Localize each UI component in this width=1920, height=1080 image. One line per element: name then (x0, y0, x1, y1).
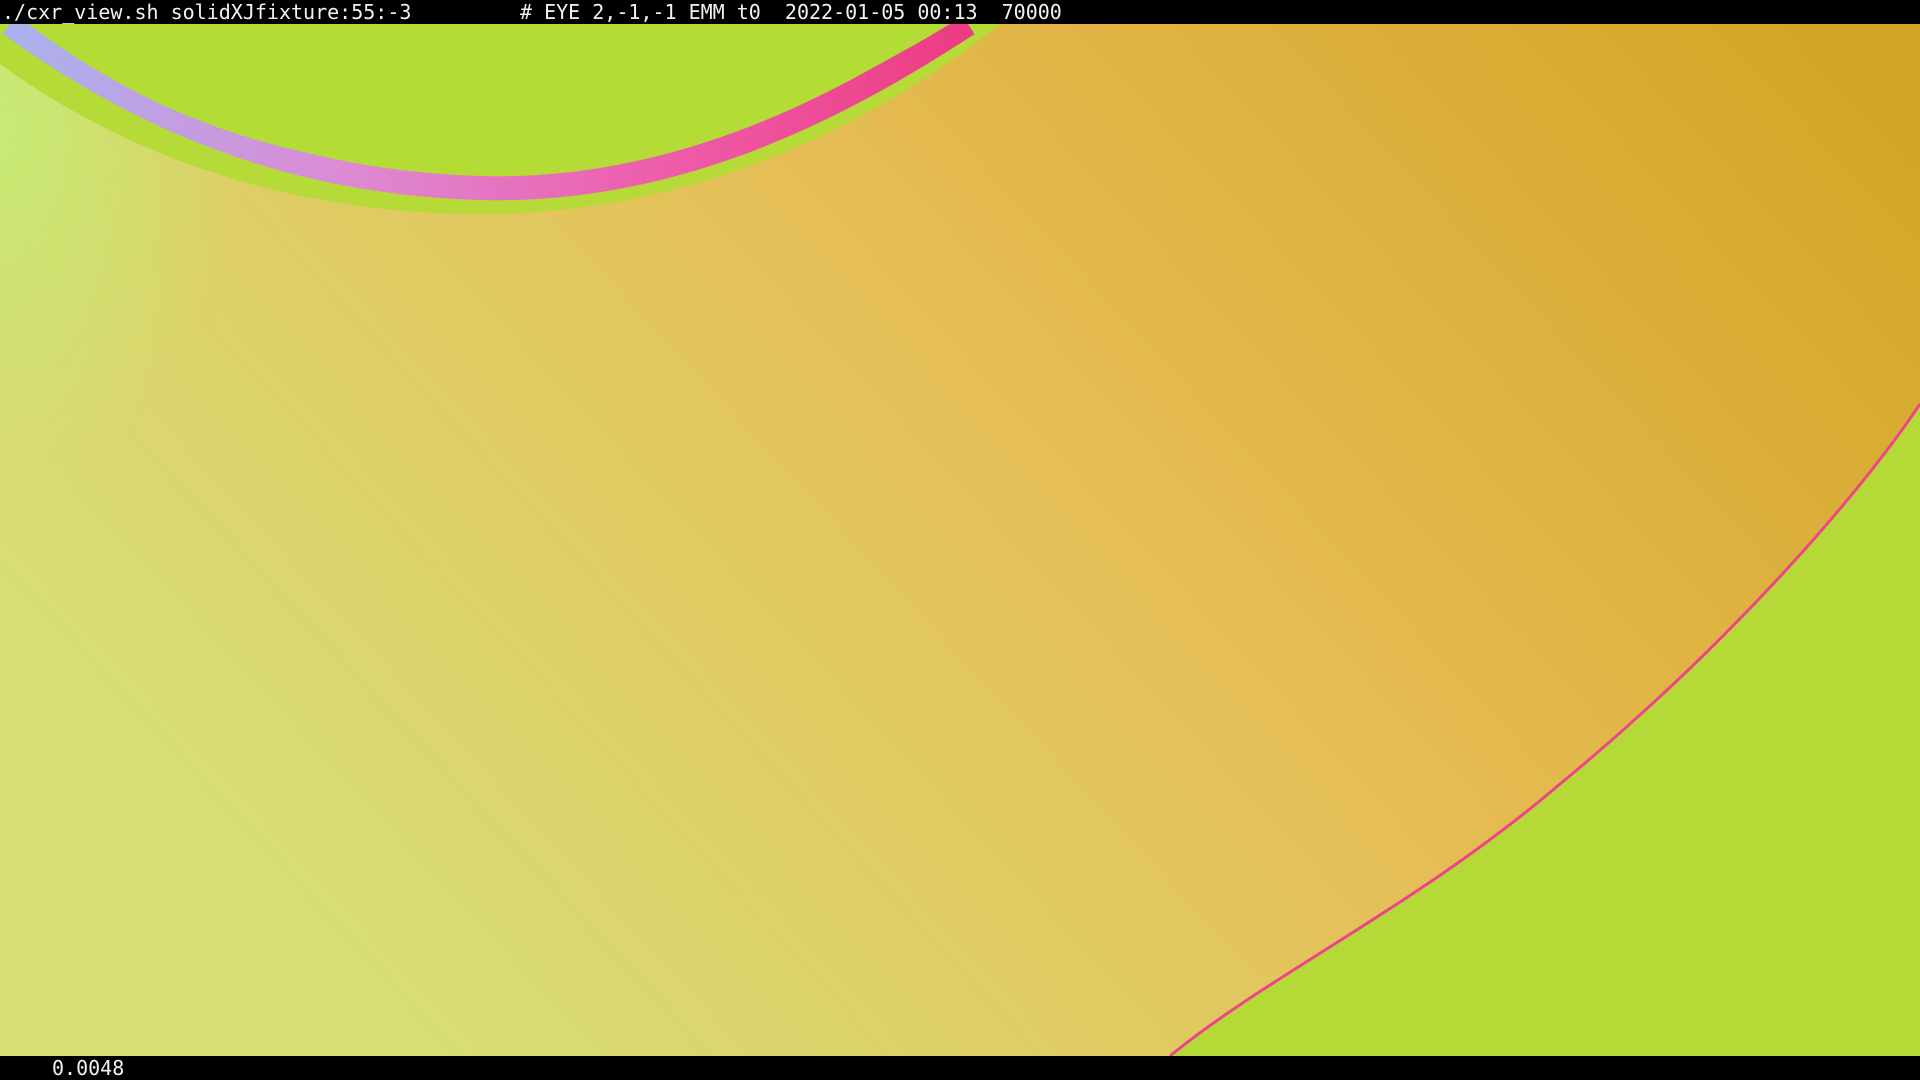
title-bar: ./cxr_view.sh solidXJfixture:55:-3 # EYE… (0, 0, 1920, 24)
frame-time-value: 0.0048 (52, 1056, 125, 1080)
command-line-text: ./cxr_view.sh solidXJfixture:55:-3 (2, 0, 412, 24)
cxr-viewer-window: ./cxr_view.sh solidXJfixture:55:-3 # EYE… (0, 0, 1920, 1080)
status-bar: 0.0048 (0, 1056, 1920, 1080)
rendered-scene (0, 24, 1920, 1056)
eye-info-text: # EYE 2,-1,-1 EMM t0 2022-01-05 00:13 70… (520, 0, 1062, 24)
render-viewport[interactable] (0, 24, 1920, 1056)
